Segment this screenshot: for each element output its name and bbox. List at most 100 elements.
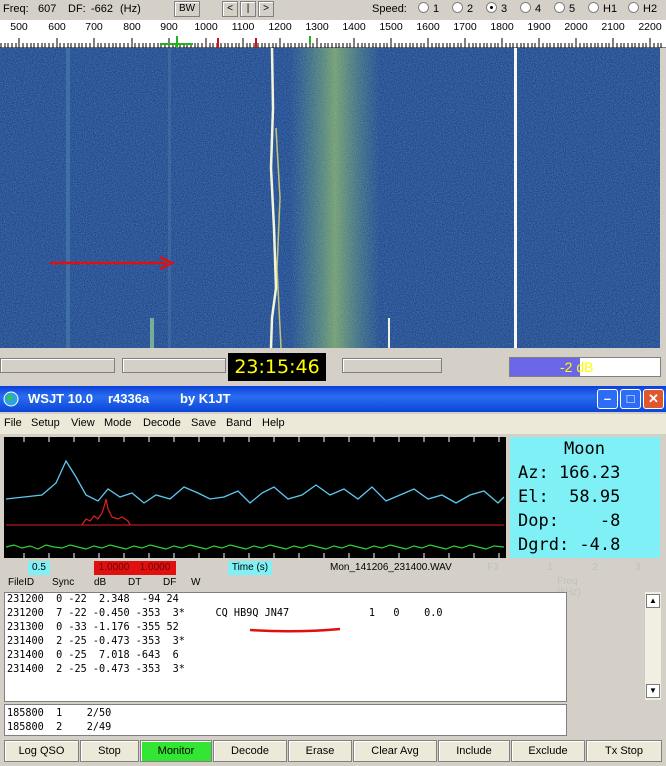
include-button[interactable]: Include: [438, 740, 510, 762]
waterfall-display[interactable]: [0, 48, 660, 348]
menu-mode[interactable]: Mode: [104, 417, 132, 429]
average-line: 185800 2 2/49: [7, 722, 112, 733]
col-df: DF: [163, 577, 177, 588]
status-strip: 0.5 1.0000 1.0000 Time (s) Mon_141206_23…: [0, 560, 666, 576]
moon-panel: Moon Az: 166.23 El: 58.95 Dop: -8 Dgrd: …: [510, 437, 660, 558]
ruler-tick-label: 1500: [379, 21, 403, 33]
moon-azimuth: Az: 166.23: [518, 463, 621, 483]
ruler-tick-label: 2100: [601, 21, 625, 33]
menu-save[interactable]: Save: [191, 417, 216, 429]
ruler-tick-label: 1000: [194, 21, 218, 33]
ruler-tick-label: 1600: [416, 21, 440, 33]
speed-option-2: 2: [467, 3, 474, 15]
status-axis-1: 1: [547, 562, 553, 573]
moon-title: Moon: [564, 439, 605, 459]
spectran-toolbar: Freq: 607 DF: -662 (Hz) BW < | > Speed: …: [0, 0, 666, 20]
ruler-tick-label: 1100: [231, 21, 255, 33]
col-fileid: FileID: [8, 577, 35, 588]
speed-radio-h1[interactable]: [588, 2, 599, 13]
log-qso-button[interactable]: Log QSO: [4, 740, 79, 762]
noise-floor: [5, 544, 505, 550]
nav-prev-button[interactable]: <: [222, 1, 238, 17]
speed-radio-5[interactable]: [554, 2, 565, 13]
speed-label: Speed:: [372, 3, 407, 15]
window-titlebar: WSJT 10.0 r4336a by K1JT – □ ✕: [0, 386, 666, 412]
menu-file[interactable]: File: [4, 417, 22, 429]
col-w: W: [191, 577, 201, 588]
freq-label: Freq:: [3, 3, 29, 15]
menu-decode[interactable]: Decode: [143, 417, 181, 429]
decode-line: 231400 2 -25 -0.473 -353 3*: [7, 636, 185, 647]
sync-curve: [5, 459, 505, 504]
menu-band[interactable]: Band: [226, 417, 252, 429]
menu-setup[interactable]: Setup: [31, 417, 60, 429]
moon-doppler: Dop: -8: [518, 511, 621, 531]
contrast-slider[interactable]: [122, 358, 226, 373]
status-zoom: 0.5: [28, 561, 50, 575]
speed-radio-h2[interactable]: [628, 2, 639, 13]
status-f3: F3: [487, 562, 499, 573]
window-revision: r4336a: [108, 391, 150, 406]
ruler-tick-label: 600: [48, 21, 66, 33]
utc-clock: 23:15:46: [228, 353, 326, 381]
speed-option-3: 3: [501, 3, 508, 15]
speed-radio-4[interactable]: [520, 2, 531, 13]
level-readout: -2 dB: [560, 358, 593, 376]
ruler-tick-label: 900: [160, 21, 178, 33]
frequency-ruler: 500 600 700 800 900 1000 1100 1200 1300 …: [0, 20, 666, 48]
monitor-button[interactable]: Monitor: [140, 740, 212, 762]
status-axis-2: 2: [592, 562, 598, 573]
gain-slider[interactable]: [342, 358, 442, 373]
erase-button[interactable]: Erase: [288, 740, 352, 762]
col-dt: DT: [128, 577, 142, 588]
maximize-icon[interactable]: □: [620, 389, 641, 409]
decoded-text-box[interactable]: 231200 0 -22 2.348 -94 24 231200 7 -22 -…: [4, 592, 567, 702]
speed-radio-2[interactable]: [452, 2, 463, 13]
average-text-box[interactable]: 185800 1 2/50 185800 2 2/49: [4, 704, 567, 736]
status-axis-3: 3: [635, 562, 641, 573]
exclude-button[interactable]: Exclude: [511, 740, 585, 762]
red-underline: [249, 627, 341, 633]
decode-line: 231400 0 -25 7.018 -643 6: [7, 650, 179, 661]
moon-elevation: El: 58.95: [518, 487, 621, 507]
average-line: 185800 1 2/50: [7, 708, 112, 719]
status-gain-a: 1.0000: [94, 561, 134, 575]
tx-stop-button[interactable]: Tx Stop: [586, 740, 662, 762]
menu-view[interactable]: View: [71, 417, 95, 429]
speed-radio-1[interactable]: [418, 2, 429, 13]
minimize-icon[interactable]: –: [597, 389, 618, 409]
speed-option-h2: H2: [643, 3, 658, 15]
ruler-ticks: [0, 36, 662, 48]
speed-radio-3[interactable]: [486, 2, 497, 13]
brightness-slider[interactable]: [0, 358, 115, 373]
col-sync: Sync: [52, 577, 75, 588]
level-unit: dB: [576, 359, 594, 375]
level-value: -2: [560, 359, 573, 375]
window-title: WSJT 10.0: [28, 391, 94, 406]
menu-help[interactable]: Help: [262, 417, 285, 429]
status-gain-b: 1.0000: [134, 561, 176, 575]
col-db: dB: [94, 577, 107, 588]
decode-button[interactable]: Decode: [213, 740, 287, 762]
moon-degradation: Dgrd: -4.8: [518, 535, 621, 555]
scroll-up-icon[interactable]: ▲: [646, 594, 660, 608]
speed-option-1: 1: [433, 3, 440, 15]
nav-mid-button[interactable]: |: [240, 1, 256, 17]
speed-option-h1: H1: [603, 3, 618, 15]
globe-icon: [3, 391, 19, 407]
signal-plot: [4, 437, 506, 558]
close-icon[interactable]: ✕: [643, 389, 664, 409]
nav-next-button[interactable]: >: [258, 1, 274, 17]
bw-button[interactable]: BW: [174, 1, 200, 17]
decode-header: FileID Sync dB DT DF W Freq (kHz): [0, 576, 581, 598]
clear-avg-button[interactable]: Clear Avg: [353, 740, 437, 762]
ruler-tick-label: 1400: [342, 21, 366, 33]
ruler-tick-label: 2000: [564, 21, 588, 33]
scroll-down-icon[interactable]: ▼: [646, 684, 660, 698]
control-buttons: Log QSO Stop Monitor Decode Erase Clear …: [0, 740, 666, 764]
signal-spike: [81, 498, 131, 526]
decode-scrollbar[interactable]: ▲ ▼: [644, 592, 661, 700]
stop-button[interactable]: Stop: [80, 740, 139, 762]
ruler-tick-label: 700: [85, 21, 103, 33]
ruler-tick-label: 800: [123, 21, 141, 33]
